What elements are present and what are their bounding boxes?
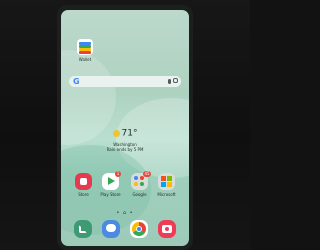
google-folder-label: Google [132, 192, 147, 197]
phone-icon[interactable] [74, 220, 92, 238]
microsoft-folder-icon[interactable] [158, 173, 175, 190]
wallet-icon[interactable] [77, 39, 93, 55]
weather-subtitle: Rain ends by 5 PM [106, 147, 144, 152]
google-folder-icon[interactable]: 45 [131, 171, 151, 190]
store-label: Store [78, 192, 89, 197]
sun-icon [112, 130, 120, 137]
store-icon[interactable] [75, 173, 92, 190]
google-search-bar[interactable]: G [69, 76, 181, 87]
microsoft-folder-label: Microsoft [157, 192, 176, 197]
phone-body: Wallet G 71° Washington Rain ends by 5 P… [57, 5, 193, 250]
lens-icon[interactable] [173, 78, 178, 83]
page-indicator: • ⌂ • [116, 210, 134, 216]
weather-temperature: 71° [121, 128, 138, 139]
weather-widget[interactable]: 71° Washington Rain ends by 5 PM [61, 123, 189, 153]
play-store-icon[interactable]: 1 [102, 171, 121, 190]
play-store-label: Play Store [100, 192, 121, 197]
wallet-label: Wallet [78, 57, 92, 62]
google-folder-badge: 45 [143, 171, 151, 177]
home-screen: Wallet G 71° Washington Rain ends by 5 P… [61, 10, 189, 246]
play-store-badge: 1 [115, 171, 121, 177]
google-logo-icon: G [73, 77, 80, 86]
microphone-icon[interactable] [168, 79, 171, 84]
camera-icon[interactable] [158, 220, 176, 238]
messages-icon[interactable] [102, 220, 120, 238]
chrome-icon[interactable] [130, 220, 148, 238]
